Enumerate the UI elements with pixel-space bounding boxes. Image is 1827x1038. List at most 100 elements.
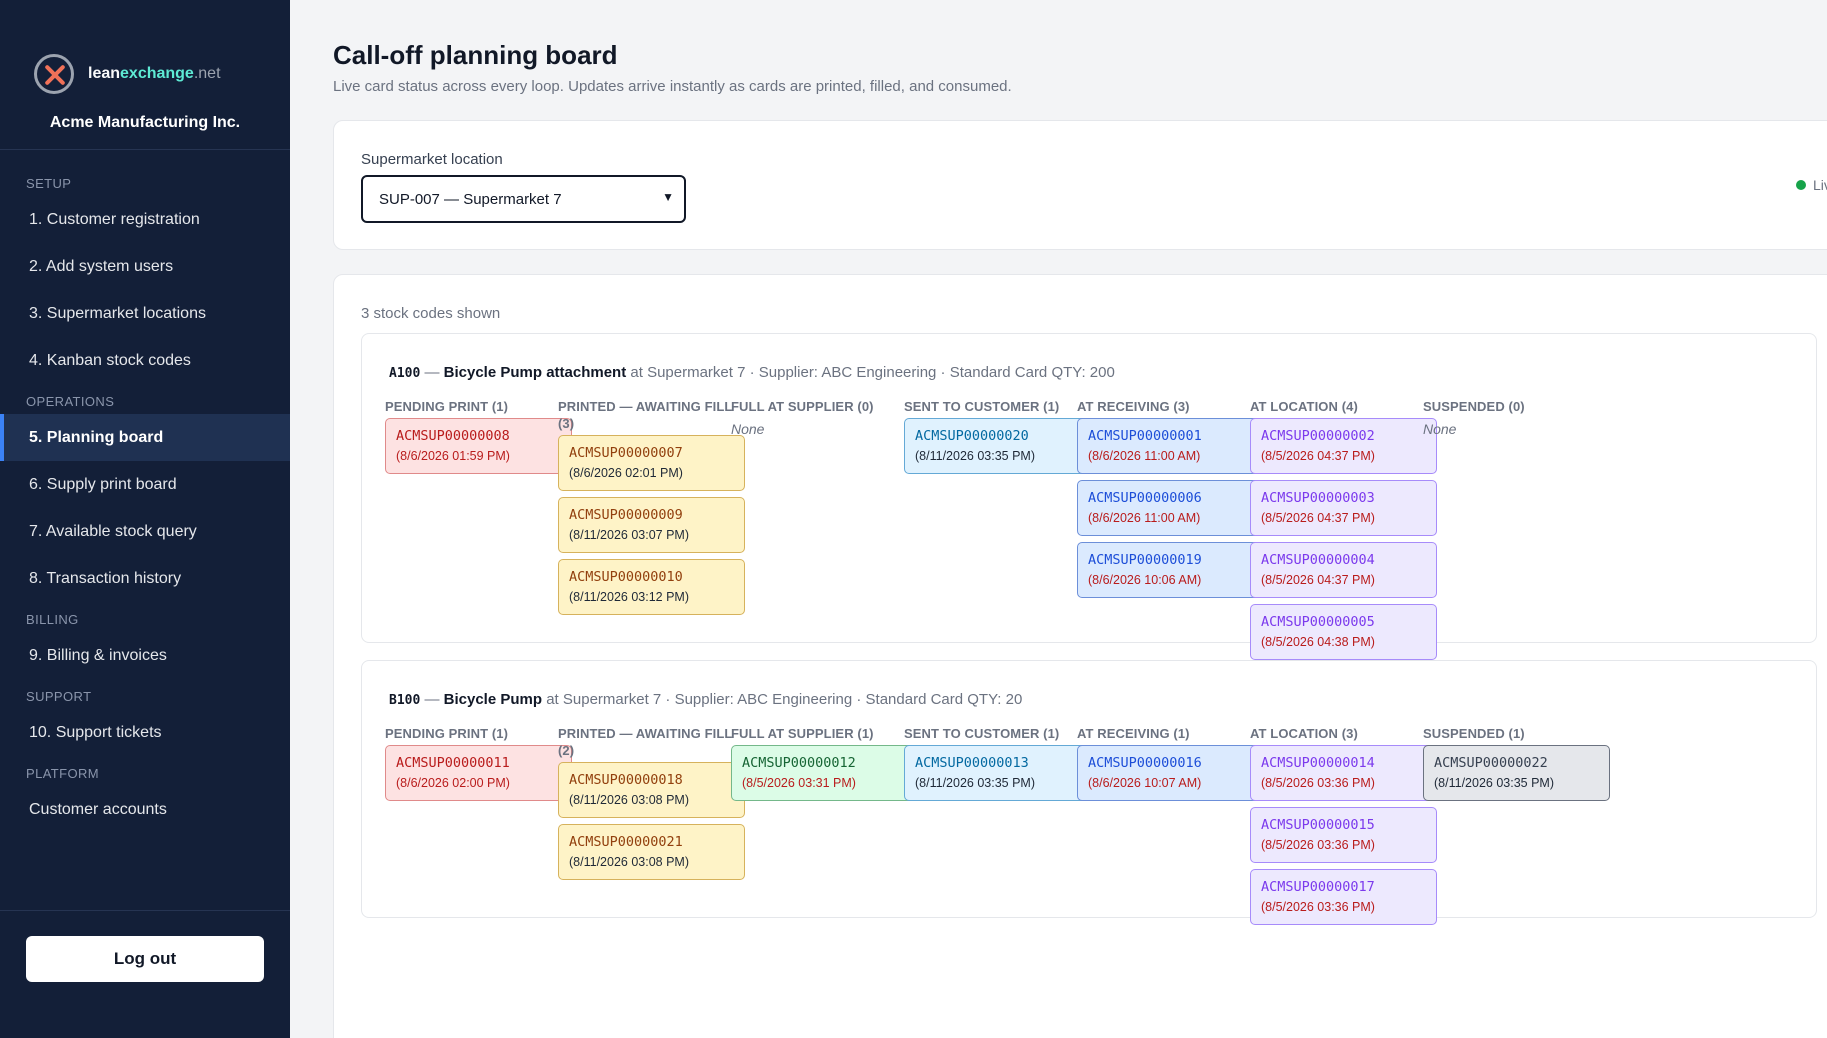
stock-header: A100 — Bicycle Pump attachment at Superm… xyxy=(389,364,1115,381)
brand-logo[interactable]: leanexchange.net xyxy=(0,50,290,98)
card-id: ACMSUP00000004 xyxy=(1261,552,1375,568)
status-column-suspended: SUSPENDED (1) ACMSUP00000022 (8/11/2026 03… xyxy=(1423,725,1610,807)
kanban-card[interactable]: ACMSUP00000018 (8/11/2026 03:08 PM) xyxy=(558,762,745,818)
nav-section-label: OPERATIONS xyxy=(26,394,115,409)
logo-net: .net xyxy=(193,65,221,82)
status-column-receiving: AT RECEIVING (1) ACMSUP00000016 (8/6/2026 … xyxy=(1077,725,1264,807)
card-id: ACMSUP00000010 xyxy=(569,569,683,585)
logo-exchange: exchange xyxy=(120,65,194,82)
card-timestamp: (8/11/2026 03:08 PM) xyxy=(569,855,689,869)
kanban-card[interactable]: ACMSUP00000011 (8/6/2026 02:00 PM) xyxy=(385,745,572,801)
kanban-card[interactable]: ACMSUP00000019 (8/6/2026 10:06 AM) xyxy=(1077,542,1264,598)
status-column-location: AT LOCATION (4) ACMSUP00000002 (8/5/2026 0… xyxy=(1250,398,1437,666)
card-timestamp: (8/6/2026 11:00 AM) xyxy=(1088,449,1201,463)
kanban-card[interactable]: ACMSUP00000021 (8/11/2026 03:08 PM) xyxy=(558,824,745,880)
kanban-card[interactable]: ACMSUP00000013 (8/11/2026 03:35 PM) xyxy=(904,745,1091,801)
card-id: ACMSUP00000015 xyxy=(1261,817,1375,833)
kanban-card[interactable]: ACMSUP00000014 (8/5/2026 03:36 PM) xyxy=(1250,745,1437,801)
kanban-card[interactable]: ACMSUP00000016 (8/6/2026 10:07 AM) xyxy=(1077,745,1264,801)
card-timestamp: (8/6/2026 11:00 AM) xyxy=(1088,511,1201,525)
kanban-card[interactable]: ACMSUP00000004 (8/5/2026 04:37 PM) xyxy=(1250,542,1437,598)
stock-count: 3 stock codes shown xyxy=(361,305,501,322)
kanban-card[interactable]: ACMSUP00000017 (8/5/2026 03:36 PM) xyxy=(1250,869,1437,925)
stock-name: Bicycle Pump attachment xyxy=(443,364,627,381)
kanban-card[interactable]: ACMSUP00000001 (8/6/2026 11:00 AM) xyxy=(1077,418,1264,474)
kanban-card[interactable]: ACMSUP00000022 (8/11/2026 03:35 PM) xyxy=(1423,745,1610,801)
kanban-card[interactable]: ACMSUP00000010 (8/11/2026 03:12 PM) xyxy=(558,559,745,615)
card-id: ACMSUP00000020 xyxy=(915,428,1029,444)
page-title: Call-off planning board xyxy=(333,40,618,70)
card-id: ACMSUP00000005 xyxy=(1261,614,1375,630)
status-column-printed: PRINTED — AWAITING FILL (2) ACMSUP0000001… xyxy=(558,725,745,886)
kanban-card[interactable]: ACMSUP00000005 (8/5/2026 04:38 PM) xyxy=(1250,604,1437,660)
sidebar-item-supermarket-locations[interactable]: 3. Supermarket locations xyxy=(0,290,290,337)
status-column-full: FULL AT SUPPLIER (0) None xyxy=(731,398,918,437)
card-id: ACMSUP00000001 xyxy=(1088,428,1202,444)
card-id: ACMSUP00000016 xyxy=(1088,755,1202,771)
nav-section-label: SETUP xyxy=(26,176,72,191)
sidebar-item-transaction-history[interactable]: 8. Transaction history xyxy=(0,555,290,602)
card-id: ACMSUP00000003 xyxy=(1261,490,1375,506)
nav-section-label: SUPPORT xyxy=(26,689,92,704)
kanban-card[interactable]: ACMSUP00000009 (8/11/2026 03:07 PM) xyxy=(558,497,745,553)
sidebar-item-customer-accounts[interactable]: Customer accounts xyxy=(0,786,290,833)
kanban-card[interactable]: ACMSUP00000015 (8/5/2026 03:36 PM) xyxy=(1250,807,1437,863)
card-timestamp: (8/11/2026 03:35 PM) xyxy=(915,449,1035,463)
column-title: AT RECEIVING (3) xyxy=(1077,399,1190,414)
sidebar: leanexchange.net Acme Manufacturing Inc.… xyxy=(0,0,290,1038)
status-column-sent: SENT TO CUSTOMER (1) ACMSUP00000020 (8/11/… xyxy=(904,398,1091,480)
location-select[interactable]: SUP-007 — Supermarket 7 ▼ xyxy=(361,175,686,223)
card-timestamp: (8/6/2026 02:00 PM) xyxy=(396,776,510,790)
kanban-card[interactable]: ACMSUP00000006 (8/6/2026 11:00 AM) xyxy=(1077,480,1264,536)
empty-column-text: None xyxy=(1423,421,1457,437)
app-root: leanexchange.net Acme Manufacturing Inc.… xyxy=(0,0,1827,1038)
sidebar-nav: SETUP 1. Customer registration 2. Add syst… xyxy=(0,150,290,833)
kanban-card[interactable]: ACMSUP00000008 (8/6/2026 01:59 PM) xyxy=(385,418,572,474)
card-id: ACMSUP00000021 xyxy=(569,834,683,850)
sidebar-item-available-stock-query[interactable]: 7. Available stock query xyxy=(0,508,290,555)
card-timestamp: (8/11/2026 03:35 PM) xyxy=(915,776,1035,790)
sidebar-item-planning-board[interactable]: 5. Planning board xyxy=(0,414,290,461)
kanban-card[interactable]: ACMSUP00000012 (8/5/2026 03:31 PM) xyxy=(731,745,918,801)
kanban-card[interactable]: ACMSUP00000003 (8/5/2026 04:37 PM) xyxy=(1250,480,1437,536)
card-id: ACMSUP00000018 xyxy=(569,772,683,788)
sidebar-item-support-tickets[interactable]: 10. Support tickets xyxy=(0,709,290,756)
main-content: Call-off planning board Live card status… xyxy=(290,0,1827,1038)
card-id: ACMSUP00000012 xyxy=(742,755,856,771)
chevron-down-icon: ▼ xyxy=(662,190,674,204)
sidebar-item-customer-registration[interactable]: 1. Customer registration xyxy=(0,196,290,243)
column-title: AT LOCATION (4) xyxy=(1250,399,1358,414)
live-dot-icon xyxy=(1796,180,1806,190)
live-indicator: Live xyxy=(1796,177,1827,193)
column-title: AT LOCATION (3) xyxy=(1250,726,1358,741)
board-panel: 3 stock codes shown A100 — Bicycle Pump … xyxy=(333,274,1827,1038)
column-title: SUSPENDED (0) xyxy=(1423,399,1525,414)
stock-meta: at Supermarket 7 · Supplier: ABC Enginee… xyxy=(630,364,1115,381)
sidebar-item-billing-invoices[interactable]: 9. Billing & invoices xyxy=(0,632,290,679)
card-timestamp: (8/5/2026 03:36 PM) xyxy=(1261,776,1375,790)
stock-code-card: A100 — Bicycle Pump attachment at Superm… xyxy=(361,333,1817,660)
card-id: ACMSUP00000009 xyxy=(569,507,683,523)
column-title: PRINTED — AWAITING FILL (3) xyxy=(558,399,733,431)
kanban-card[interactable]: ACMSUP00000007 (8/6/2026 02:01 PM) xyxy=(558,435,745,491)
column-title: PRINTED — AWAITING FILL (2) xyxy=(558,726,733,758)
sidebar-item-kanban-stock-codes[interactable]: 4. Kanban stock codes xyxy=(0,337,290,384)
column-title: FULL AT SUPPLIER (0) xyxy=(731,399,874,414)
stock-header: B100 — Bicycle Pump at Supermarket 7 · S… xyxy=(389,691,1023,708)
status-column-pending: PENDING PRINT (1) ACMSUP00000008 (8/6/2026… xyxy=(385,398,572,480)
card-timestamp: (8/11/2026 03:07 PM) xyxy=(569,528,689,542)
logout-button[interactable]: Log out xyxy=(26,936,264,982)
kanban-card[interactable]: ACMSUP00000002 (8/5/2026 04:37 PM) xyxy=(1250,418,1437,474)
card-timestamp: (8/11/2026 03:35 PM) xyxy=(1434,776,1554,790)
location-label: Supermarket location xyxy=(361,151,503,168)
kanban-card[interactable]: ACMSUP00000020 (8/11/2026 03:35 PM) xyxy=(904,418,1091,474)
stock-name: Bicycle Pump xyxy=(443,691,543,708)
status-column-printed: PRINTED — AWAITING FILL (3) ACMSUP0000000… xyxy=(558,398,745,621)
column-title: FULL AT SUPPLIER (1) xyxy=(731,726,874,741)
card-timestamp: (8/5/2026 04:37 PM) xyxy=(1261,511,1375,525)
card-timestamp: (8/5/2026 04:38 PM) xyxy=(1261,635,1375,649)
status-column-full: FULL AT SUPPLIER (1) ACMSUP00000012 (8/5/2… xyxy=(731,725,918,807)
sidebar-item-add-system-users[interactable]: 2. Add system users xyxy=(0,243,290,290)
sidebar-item-supply-print-board[interactable]: 6. Supply print board xyxy=(0,461,290,508)
stock-meta: at Supermarket 7 · Supplier: ABC Enginee… xyxy=(546,691,1023,708)
